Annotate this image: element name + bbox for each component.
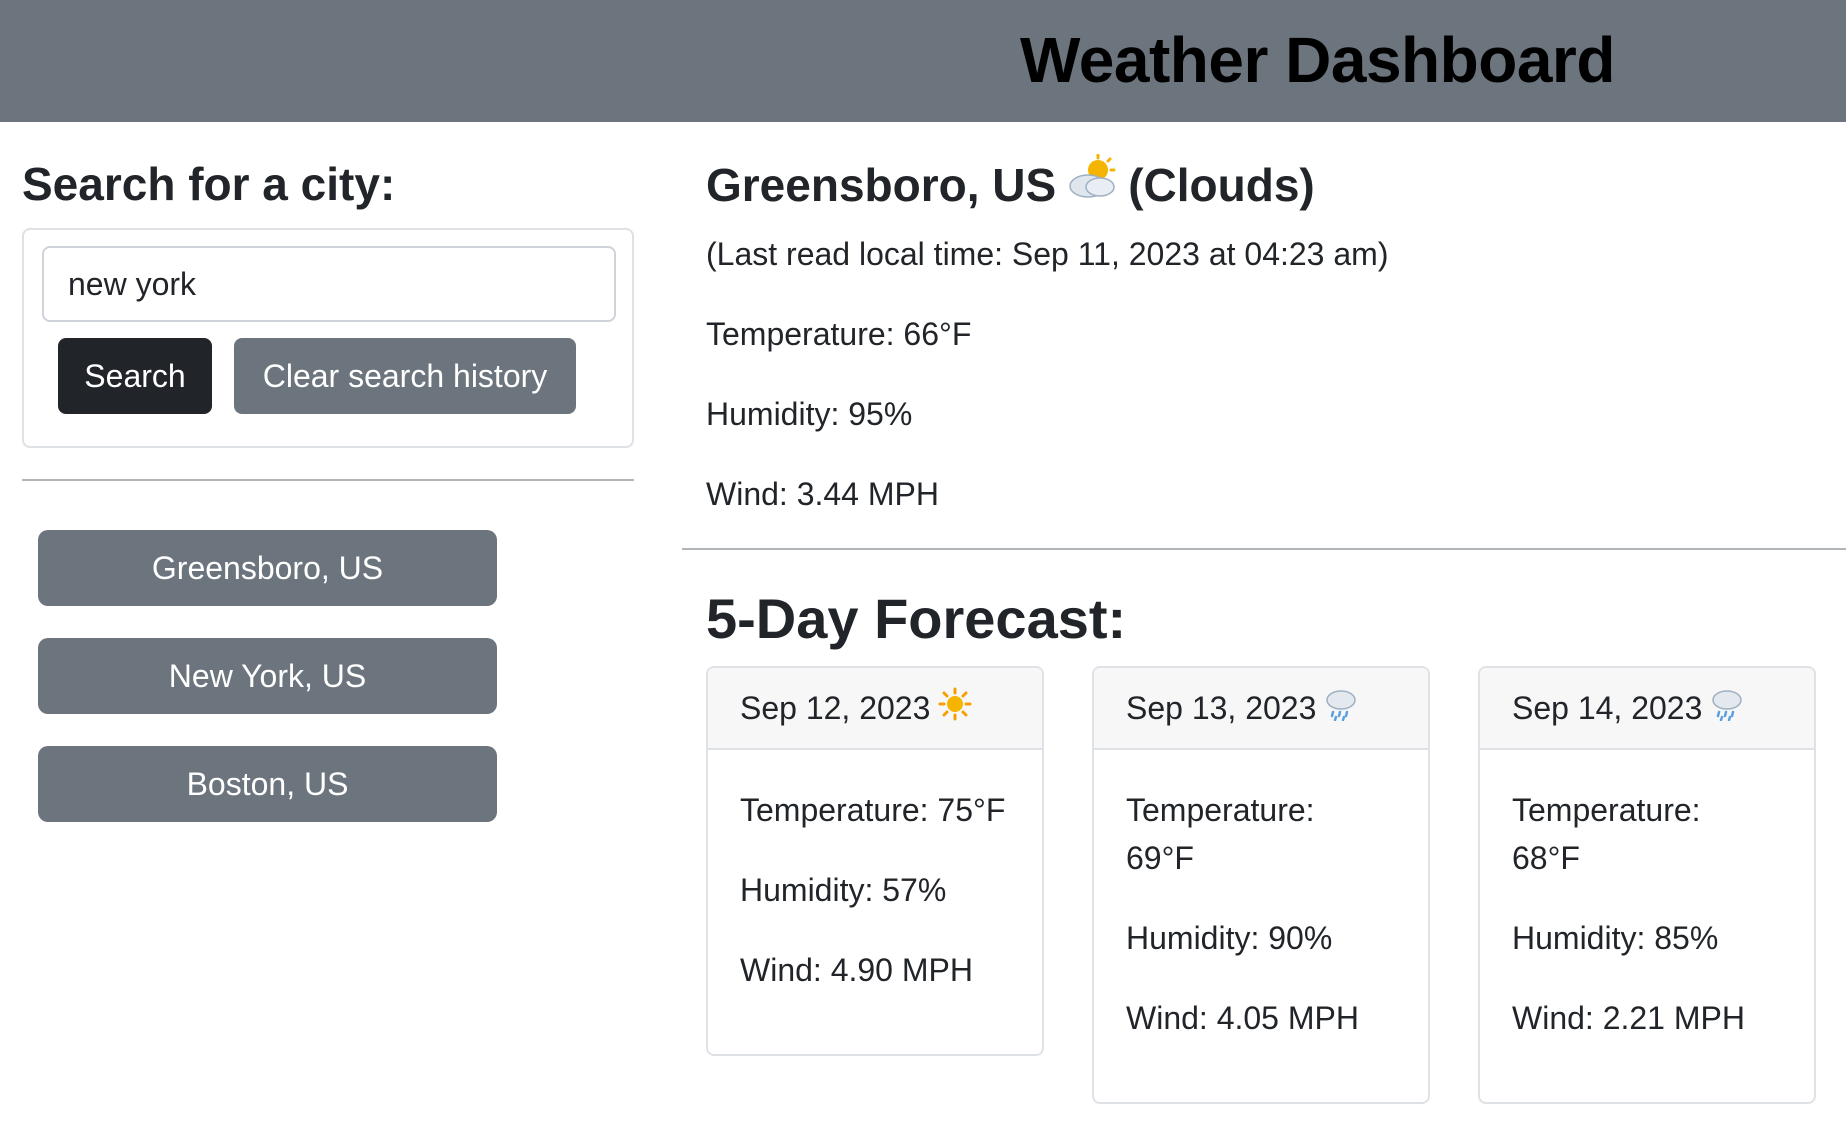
rain-cloud-icon [1324, 687, 1358, 729]
last-read-time: (Last read local time: Sep 11, 2023 at 0… [706, 236, 1389, 272]
forecast-card-body: Temperature: 75°F Humidity: 57% Wind: 4.… [708, 750, 1042, 994]
forecast-card-header: Sep 13, 2023 [1094, 668, 1428, 750]
page-header: Weather Dashboard [0, 0, 1846, 122]
forecast-temperature: Temperature: 69°F [1126, 792, 1315, 876]
search-button[interactable]: Search [58, 338, 212, 414]
current-humidity: Humidity: 95% [706, 396, 913, 432]
rain-cloud-icon [1710, 687, 1744, 729]
forecast-temperature: Temperature: 68°F [1512, 792, 1701, 876]
forecast-card-body: Temperature: 69°F Humidity: 90% Wind: 4.… [1094, 750, 1428, 1042]
current-divider [682, 548, 1846, 550]
current-condition: (Clouds) [1128, 159, 1315, 211]
forecast-humidity: Humidity: 85% [1512, 920, 1719, 956]
forecast-date: Sep 12, 2023 [740, 689, 931, 726]
search-heading: Search for a city: [22, 158, 396, 210]
sun-behind-cloud-icon [1066, 153, 1118, 216]
forecast-card-header: Sep 14, 2023 [1480, 668, 1814, 750]
city-search-input[interactable] [42, 246, 616, 322]
forecast-heading: 5-Day Forecast: [706, 587, 1127, 650]
forecast-date: Sep 14, 2023 [1512, 689, 1703, 726]
forecast-wind: Wind: 4.05 MPH [1126, 1000, 1359, 1036]
current-city-name: Greensboro, US [706, 159, 1057, 211]
search-card: Search Clear search history [22, 228, 634, 448]
forecast-humidity: Humidity: 90% [1126, 920, 1333, 956]
search-divider [22, 479, 634, 481]
forecast-temperature: Temperature: 75°F [740, 792, 1006, 828]
forecast-wind: Wind: 4.90 MPH [740, 952, 973, 988]
page-title: Weather Dashboard [1020, 24, 1615, 96]
forecast-card: Sep 12, 2023 Temperature: 75°F Humidity:… [706, 666, 1044, 1056]
history-item-boston[interactable]: Boston, US [38, 746, 497, 822]
clear-history-button[interactable]: Clear search history [234, 338, 576, 414]
current-wind: Wind: 3.44 MPH [706, 476, 939, 512]
forecast-card-header: Sep 12, 2023 [708, 668, 1042, 750]
forecast-date: Sep 13, 2023 [1126, 689, 1317, 726]
forecast-wind: Wind: 2.21 MPH [1512, 1000, 1745, 1036]
sun-icon [938, 687, 972, 729]
forecast-card-body: Temperature: 68°F Humidity: 85% Wind: 2.… [1480, 750, 1814, 1042]
forecast-card: Sep 14, 2023 Temperature: 68°F Humidity:… [1478, 666, 1816, 1104]
forecast-card: Sep 13, 2023 Temperature: 69°F Humidity:… [1092, 666, 1430, 1104]
current-city-title: Greensboro, US (Clouds) [706, 153, 1315, 216]
history-item-greensboro[interactable]: Greensboro, US [38, 530, 497, 606]
forecast-humidity: Humidity: 57% [740, 872, 947, 908]
current-temperature: Temperature: 66°F [706, 316, 972, 352]
history-item-new-york[interactable]: New York, US [38, 638, 497, 714]
